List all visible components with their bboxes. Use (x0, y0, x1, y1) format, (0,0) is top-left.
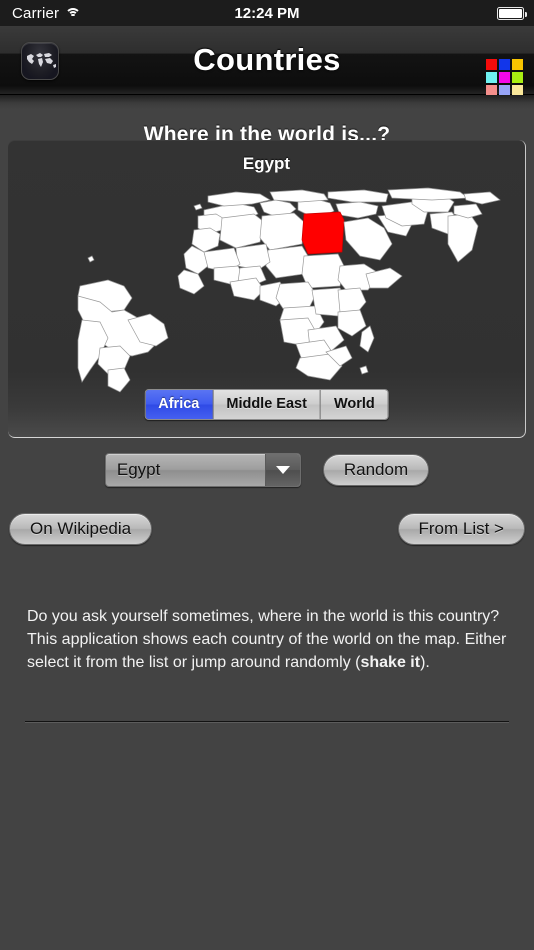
grid-cell-5 (499, 72, 510, 83)
segment-middle-east[interactable]: Middle East (213, 390, 321, 419)
action-button-row: On Wikipedia From List > (0, 513, 534, 545)
random-button[interactable]: Random (322, 454, 430, 486)
country-select[interactable]: Egypt (104, 453, 301, 487)
description-part-1: Do you ask yourself sometimes, where in … (27, 608, 507, 671)
from-list-button[interactable]: From List > (397, 513, 525, 545)
map-country-title: Egypt (242, 154, 291, 173)
map-panel: Egypt Africa Middle East World (8, 140, 526, 438)
grid-cell-2 (499, 59, 510, 70)
country-select-value: Egypt (116, 460, 161, 479)
status-bar-right (497, 6, 527, 20)
segment-africa[interactable]: Africa (145, 390, 214, 419)
description-part-2: ). (420, 654, 430, 671)
region-segmented-control[interactable]: Africa Middle East World (144, 389, 389, 420)
status-bar: Carrier 12:24 PM (0, 0, 534, 26)
content-area: Where in the world is...? Egypt Africa M… (0, 95, 534, 950)
grid-cell-3 (512, 59, 523, 70)
map-svg (77, 187, 501, 393)
description-bold: shake it (360, 654, 421, 671)
world-map-canvas[interactable] (8, 170, 525, 395)
grid-cell-6 (512, 72, 523, 83)
color-grid-icon[interactable] (486, 59, 523, 96)
description-text: Do you ask yourself sometimes, where in … (27, 605, 507, 674)
segment-world[interactable]: World (320, 390, 388, 419)
page-title: Countries (193, 42, 341, 77)
grid-cell-4 (486, 72, 497, 83)
divider (25, 721, 509, 723)
country-select-row: Egypt Random (0, 453, 534, 487)
grid-cell-1 (486, 59, 497, 70)
on-wikipedia-button[interactable]: On Wikipedia (9, 513, 153, 545)
battery-full-icon (497, 6, 527, 20)
app-screen: Carrier 12:24 PM Countries Where in the … (0, 0, 534, 950)
chevron-down-icon[interactable] (264, 454, 300, 486)
navigation-bar: Countries (0, 26, 534, 96)
clock-label: 12:24 PM (234, 4, 300, 22)
